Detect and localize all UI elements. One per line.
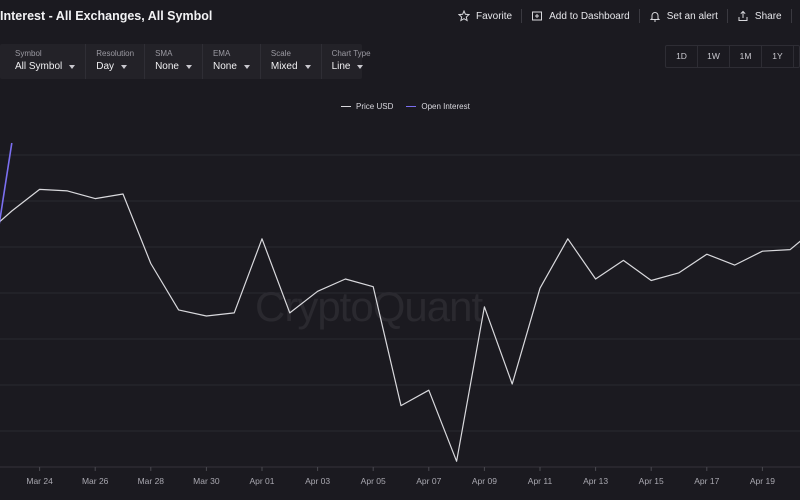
x-tick-label: Apr 11 xyxy=(528,476,553,486)
line-chart: Mar 24 Mar 26 Mar 28 Mar 30 Apr 01 Apr 03 Apr … xyxy=(0,142,800,486)
x-tick-label: Mar 26 xyxy=(82,476,109,486)
legend-item-price[interactable]: Price USD xyxy=(341,102,393,111)
x-tick-label: Mar 30 xyxy=(193,476,220,486)
open-interest-line xyxy=(0,142,13,225)
x-tick-label: Apr 03 xyxy=(305,476,330,486)
legend-label-price: Price USD xyxy=(356,102,394,111)
x-tick-label: Apr 15 xyxy=(639,476,664,486)
x-tick-label: Apr 01 xyxy=(249,476,274,486)
legend-label-open-interest: Open Interest xyxy=(421,102,470,111)
x-tick-label: Mar 28 xyxy=(138,476,165,486)
x-tick-label: Apr 17 xyxy=(694,476,719,486)
x-tick-label: Apr 07 xyxy=(416,476,441,486)
x-tick-label: Mar 24 xyxy=(26,476,53,486)
chart-legend: Price USD Open Interest xyxy=(341,102,483,111)
x-tick-label: Apr 09 xyxy=(472,476,497,486)
legend-swatch-price xyxy=(341,105,351,108)
x-tick-label: Apr 05 xyxy=(361,476,386,486)
legend-swatch-open-interest xyxy=(406,105,417,108)
price-usd-line xyxy=(0,188,800,462)
x-tick-label: Apr 13 xyxy=(583,476,608,486)
x-tick-label: Apr 19 xyxy=(750,476,775,486)
legend-item-open-interest[interactable]: Open Interest xyxy=(406,102,470,111)
